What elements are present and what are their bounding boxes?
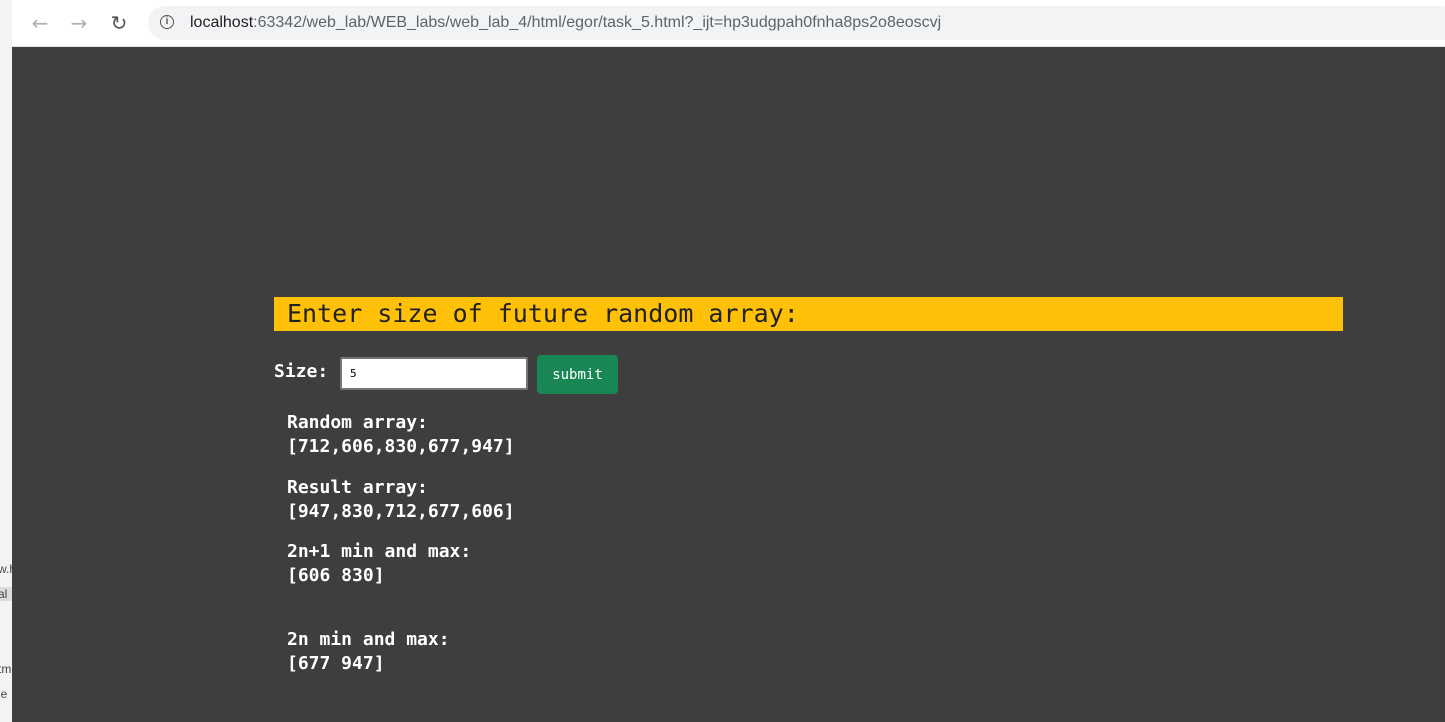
background-text-fragment: ie (0, 687, 8, 701)
reload-icon[interactable]: ↻ (105, 9, 133, 37)
result-array-block: Result array: [947,830,712,677,606] (287, 476, 515, 524)
submit-button[interactable]: submit (537, 355, 618, 394)
result-array-label: Result array: (287, 477, 428, 498)
browser-toolbar: ← → ↻ i localhost:63342/web_lab/WEB_labs… (12, 0, 1445, 47)
address-bar[interactable]: i localhost:63342/web_lab/WEB_labs/web_l… (148, 6, 1445, 40)
url-text[interactable]: localhost:63342/web_lab/WEB_labs/web_lab… (190, 14, 941, 32)
odd-minmax-value: [606 830] (287, 565, 385, 586)
size-input[interactable] (340, 357, 528, 390)
info-icon[interactable]: i (160, 15, 174, 29)
forward-arrow-icon[interactable]: → (65, 9, 93, 37)
odd-minmax-label: 2n+1 min and max: (287, 541, 472, 562)
random-array-value: [712,606,830,677,947] (287, 436, 515, 457)
page-title-banner: Enter size of future random array: (274, 297, 1343, 331)
background-text-fragment: tm (0, 662, 12, 676)
url-host: localhost (190, 14, 254, 31)
even-minmax-block: 2n min and max: [677 947] (287, 628, 450, 676)
page-viewport: Enter size of future random array: Size:… (12, 47, 1445, 722)
result-array-value: [947,830,712,677,606] (287, 501, 515, 522)
even-minmax-value: [677 947] (287, 653, 385, 674)
random-array-label: Random array: (287, 412, 428, 433)
random-array-block: Random array: [712,606,830,677,947] (287, 411, 515, 459)
odd-minmax-block: 2n+1 min and max: [606 830] (287, 540, 471, 588)
url-path: :63342/web_lab/WEB_labs/web_lab_4/html/e… (253, 14, 942, 31)
size-label: Size: (274, 361, 329, 382)
background-text-fragment: al (0, 587, 12, 601)
back-arrow-icon[interactable]: ← (26, 9, 54, 37)
even-minmax-label: 2n min and max: (287, 629, 450, 650)
browser-window: ← → ↻ i localhost:63342/web_lab/WEB_labs… (12, 0, 1445, 722)
